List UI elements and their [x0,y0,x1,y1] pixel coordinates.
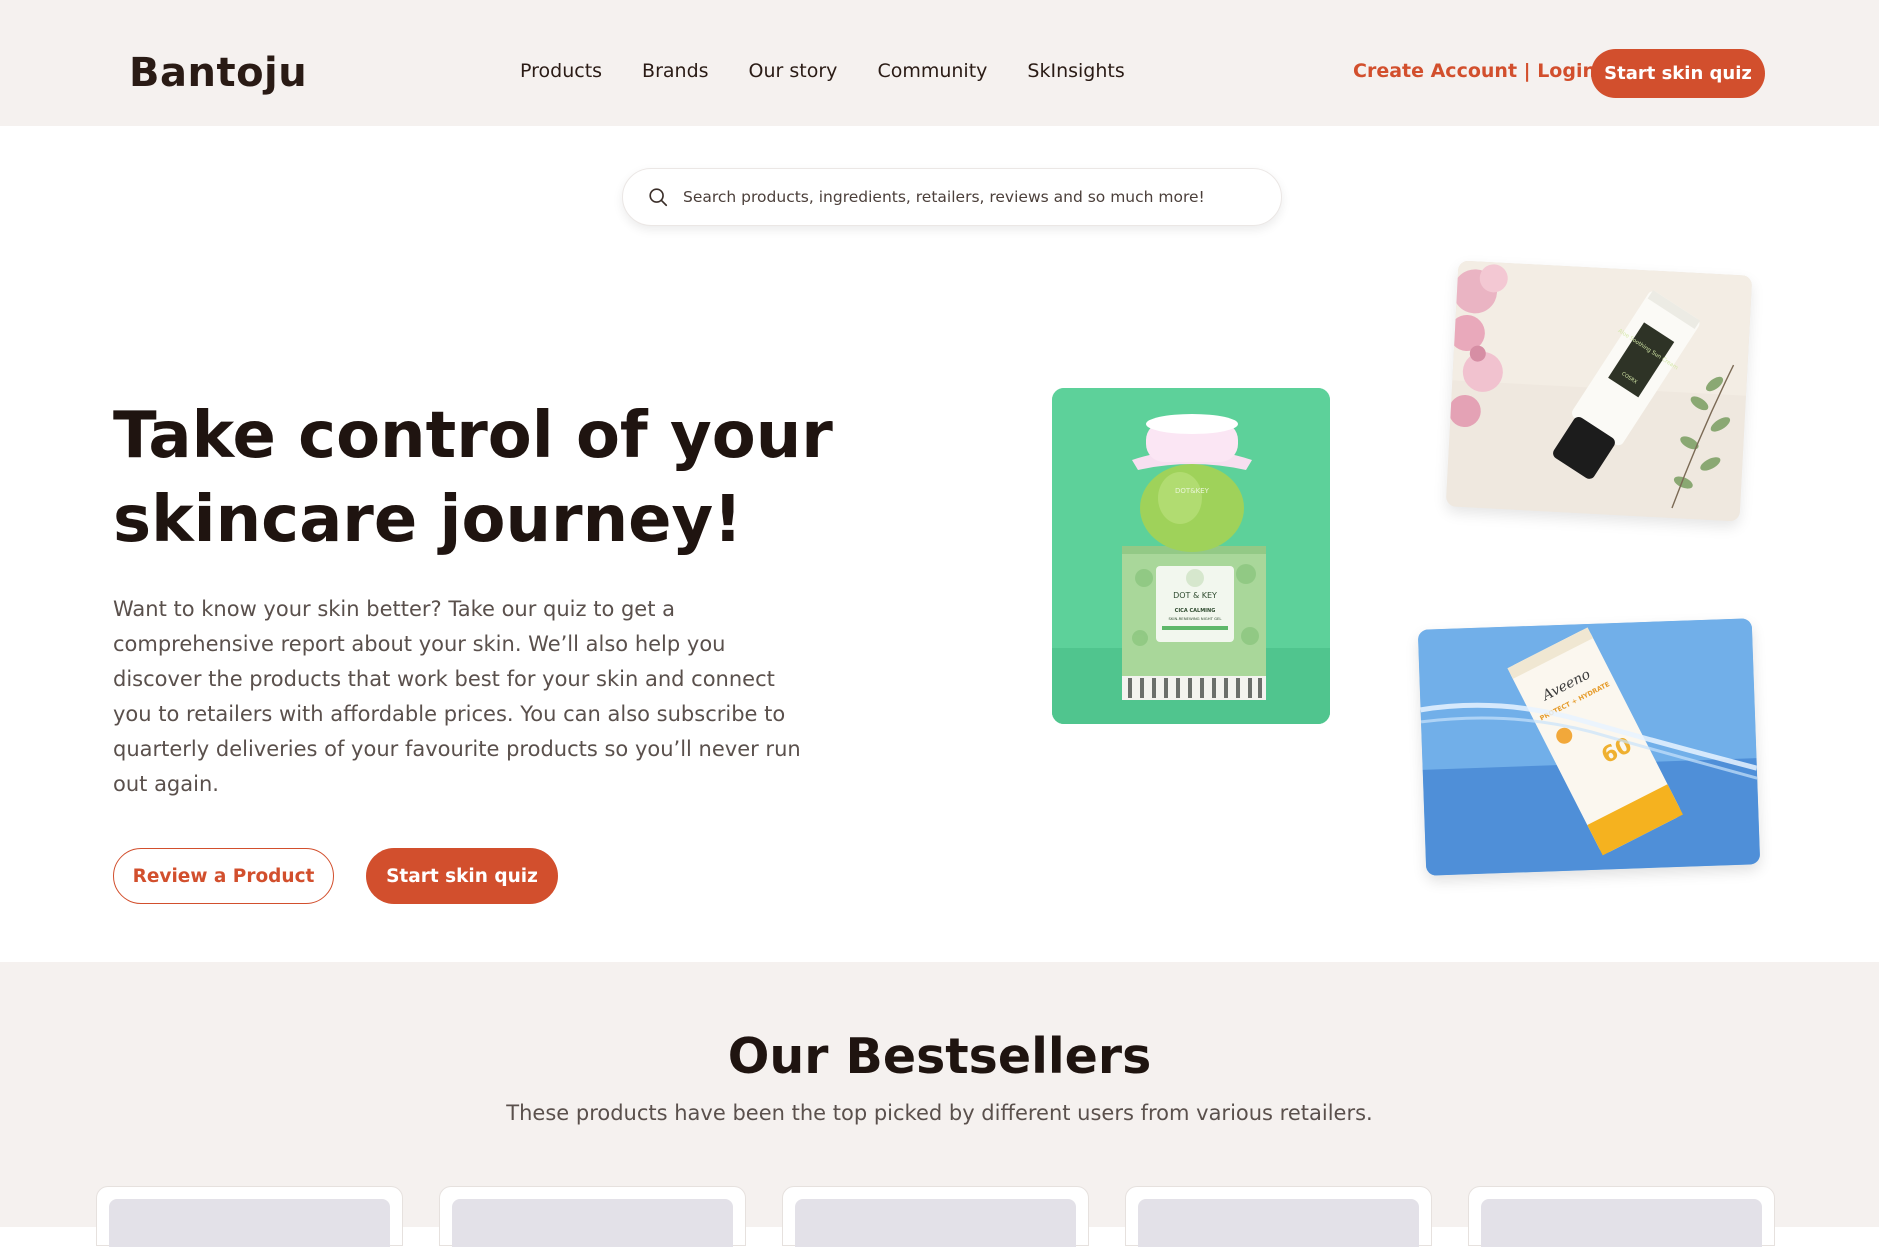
nav-item-community[interactable]: Community [877,60,987,82]
hero-start-skin-quiz-button[interactable]: Start skin quiz [366,848,558,904]
green-subtitle-label: SKIN-RENEWING NIGHT GEL [1168,616,1222,621]
site-header: Bantoju Products Brands Our story Commun… [0,0,1879,126]
main-nav: Products Brands Our story Community SkIn… [520,60,1125,82]
product-image-dot-key-night-gel: DOT & KEY CICA CALMING SKIN-RENEWING NIG… [1052,388,1330,724]
nav-item-products[interactable]: Products [520,60,602,82]
product-image-aveeno-sunscreen: Aveeno PROTECT + HYDRATE 60 [1417,618,1761,876]
bestsellers-section: Our Bestsellers These products have been… [0,962,1879,1247]
product-thumbnail-placeholder [109,1199,390,1247]
product-thumbnail-placeholder [452,1199,733,1247]
review-product-button[interactable]: Review a Product [113,848,334,904]
search-input[interactable] [683,188,1263,206]
product-card[interactable] [439,1186,746,1247]
brand-logo[interactable]: Bantoju [129,50,307,96]
search-icon [649,188,668,207]
product-thumbnail-placeholder [795,1199,1076,1247]
hero-description: Want to know your skin better? Take our … [113,597,801,796]
product-card[interactable] [1125,1186,1432,1247]
create-account-login-link[interactable]: Create Account | Login [1353,60,1596,82]
nav-item-our-story[interactable]: Our story [749,60,838,82]
green-product-label: CICA CALMING [1175,608,1216,614]
nav-item-skinsights[interactable]: SkInsights [1027,60,1124,82]
header-start-skin-quiz-button[interactable]: Start skin quiz [1591,49,1765,98]
product-image-cosrx-sun-cream: Aloe Soothing Sun Cream COSRX [1445,260,1753,522]
svg-text:DOT&KEY: DOT&KEY [1175,487,1210,495]
product-card[interactable] [96,1186,403,1247]
product-thumbnail-placeholder [1138,1199,1419,1247]
bestsellers-cards [96,1186,1775,1247]
nav-item-brands[interactable]: Brands [642,60,709,82]
search-bar[interactable] [622,168,1282,226]
bestsellers-subtitle: These products have been the top picked … [506,1101,1373,1125]
green-brand-label: DOT & KEY [1173,591,1217,600]
bestsellers-title: Our Bestsellers [727,1028,1152,1085]
product-thumbnail-placeholder [1481,1199,1762,1247]
hero-title: Take control of your skincare journey! [113,399,833,557]
product-card[interactable] [1468,1186,1775,1247]
product-card[interactable] [782,1186,1089,1247]
